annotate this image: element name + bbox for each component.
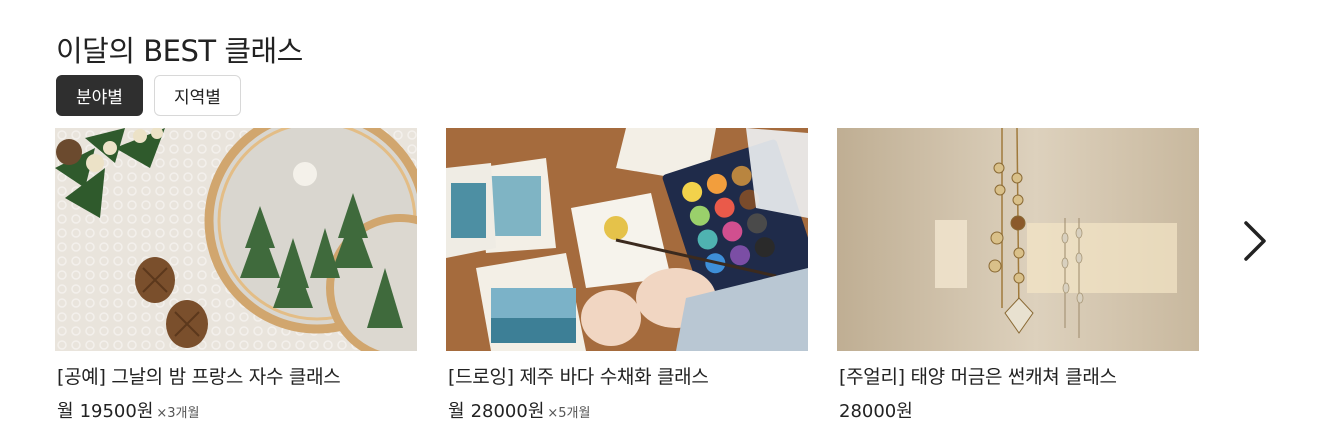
class-card[interactable]: [공예] 그날의 밤 프랑스 자수 클래스 월 19500 원 ×3개월	[55, 128, 417, 422]
tab-by-field[interactable]: 분야별	[56, 75, 143, 116]
class-name[interactable]: [주얼리] 태양 머금은 썬캐쳐 클래스	[839, 362, 1117, 389]
price-value: 28000	[470, 401, 528, 422]
class-thumbnail[interactable]	[55, 128, 417, 351]
next-button[interactable]	[1235, 216, 1275, 266]
price-value: 19500	[79, 401, 137, 422]
watercolor-painting-photo	[446, 128, 808, 351]
installment-term: ×5개월	[547, 406, 591, 421]
class-price: 28000 원	[839, 397, 913, 423]
tab-by-region[interactable]: 지역별	[154, 75, 241, 116]
price-value: 28000	[839, 401, 897, 422]
class-name[interactable]: [드로잉] 제주 바다 수채화 클래스	[448, 362, 709, 389]
class-card[interactable]: [주얼리] 태양 머금은 썬캐쳐 클래스 28000 원	[837, 128, 1199, 422]
chevron-right-icon	[1244, 221, 1266, 261]
embroidery-hoop-photo	[55, 128, 417, 351]
class-price: 월 19500 원 ×3개월	[57, 397, 199, 423]
installment-term: ×3개월	[156, 406, 200, 421]
class-thumbnail[interactable]	[446, 128, 808, 351]
price-unit: 원	[896, 401, 913, 422]
suncatcher-photo	[837, 128, 1199, 351]
class-name[interactable]: [공예] 그날의 밤 프랑스 자수 클래스	[57, 362, 341, 389]
price-unit: 원	[527, 401, 545, 422]
price-unit: 원	[136, 401, 154, 422]
class-thumbnail[interactable]	[837, 128, 1199, 351]
price-prefix: 월	[57, 401, 74, 422]
section-title: 이달의 BEST 클래스	[56, 34, 303, 68]
price-prefix: 월	[448, 401, 465, 422]
class-price: 월 28000 원 ×5개월	[448, 397, 590, 423]
category-tabs: 분야별 지역별	[56, 75, 241, 116]
class-card[interactable]: [드로잉] 제주 바다 수채화 클래스 월 28000 원 ×5개월	[446, 128, 808, 422]
